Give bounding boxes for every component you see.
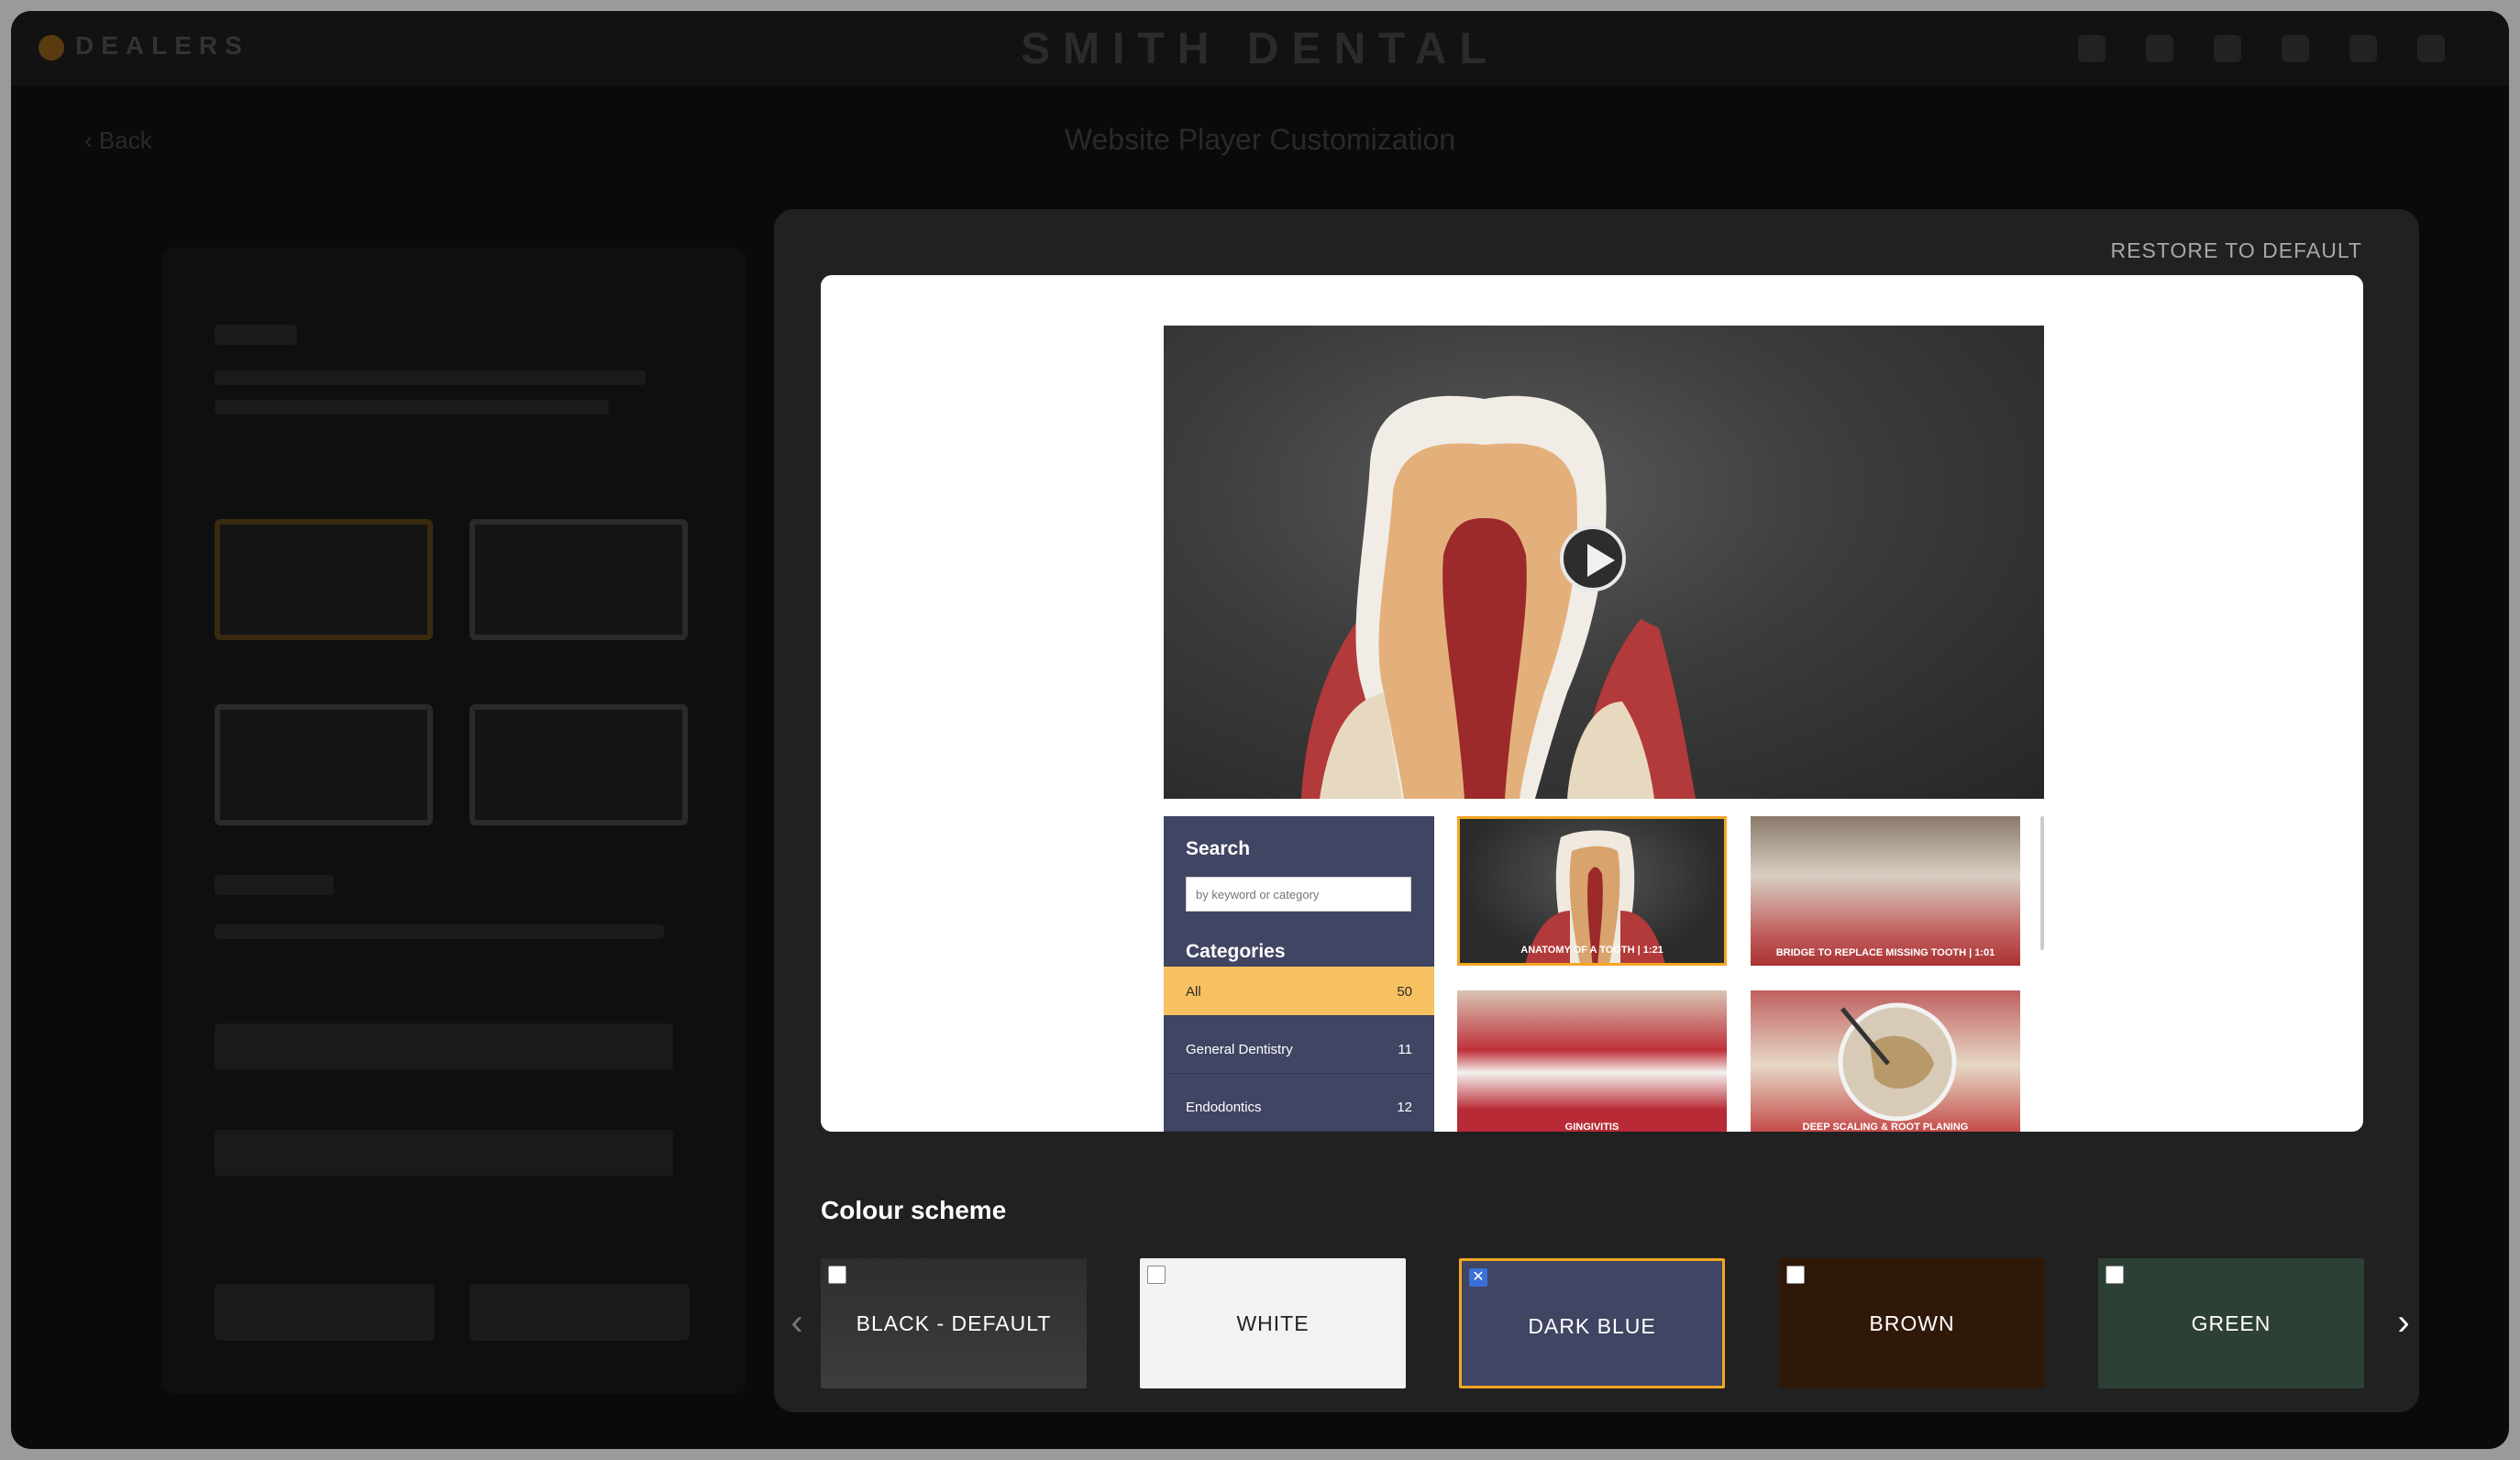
colour-scheme-title: Colour scheme <box>821 1196 1007 1224</box>
scheme-label: GREEN <box>2191 1311 2271 1335</box>
settings-panel-background <box>161 248 746 1394</box>
panel-button[interactable] <box>470 1284 690 1341</box>
category-label: All <box>1186 984 1201 1000</box>
top-bar: DEALERS SMITH DENTAL <box>11 11 2509 86</box>
message-icon[interactable] <box>2214 35 2241 62</box>
scheme-option-white[interactable]: WHITE <box>1140 1258 1406 1388</box>
layout-thumbnail[interactable] <box>470 519 688 640</box>
user-icon[interactable] <box>2417 35 2445 62</box>
panel-select[interactable] <box>215 1130 673 1176</box>
video-player[interactable] <box>1164 326 2044 799</box>
category-count: 11 <box>1398 1042 1412 1057</box>
scheme-label: BLACK - DEFAULT <box>856 1311 1052 1335</box>
scheme-checkbox[interactable] <box>1147 1266 1166 1284</box>
scheme-checkbox[interactable] <box>1786 1266 1805 1284</box>
scheme-option-green[interactable]: GREEN <box>2098 1258 2364 1388</box>
play-icon[interactable] <box>1560 525 1626 592</box>
categories-heading: Categories <box>1186 941 1286 962</box>
panel-button[interactable] <box>215 1284 435 1341</box>
grid-icon[interactable] <box>2282 35 2309 62</box>
video-thumbnail[interactable]: BRIDGE TO REPLACE MISSING TOOTH | 1:01 <box>1751 816 2020 966</box>
search-input[interactable] <box>1186 877 1411 912</box>
category-item-general-dentistry[interactable]: General Dentistry 11 <box>1164 1024 1434 1074</box>
scheme-option-dark-blue[interactable]: ✕ DARK BLUE <box>1459 1258 1725 1388</box>
page-subtitle: Website Player Customization <box>1064 123 1456 156</box>
panel-select[interactable] <box>215 1023 673 1069</box>
video-caption: BRIDGE TO REPLACE MISSING TOOTH | 1:01 <box>1775 947 1995 958</box>
panel-text <box>215 400 609 415</box>
help-icon[interactable] <box>2146 35 2173 62</box>
sub-header: ‹ Back Website Player Customization <box>11 114 2509 169</box>
restore-default-button[interactable]: RESTORE TO DEFAULT <box>2111 238 2362 263</box>
settings-icon[interactable] <box>2349 35 2377 62</box>
panel-text <box>215 371 646 385</box>
panel-heading <box>215 325 297 345</box>
video-caption: ANATOMY OF A TOOTH | 1:21 <box>1520 945 1663 956</box>
scheme-label: DARK BLUE <box>1528 1314 1656 1338</box>
tooth-thumbnail-image <box>1525 830 1665 963</box>
bell-icon[interactable] <box>2078 35 2106 62</box>
category-item-all[interactable]: All 50 <box>1164 967 1434 1016</box>
category-count: 50 <box>1397 984 1412 1000</box>
scheme-checkbox[interactable] <box>2106 1266 2124 1284</box>
category-label: General Dentistry <box>1186 1042 1293 1057</box>
panel-text <box>215 924 664 939</box>
scheme-option-brown[interactable]: BROWN <box>1779 1258 2045 1388</box>
category-count: 12 <box>1397 1100 1412 1115</box>
magnifier-image <box>1838 1002 1957 1122</box>
preview-sidebar: Search Categories All 50 General Dentist… <box>1164 816 1434 1132</box>
layout-thumbnail[interactable] <box>470 704 688 825</box>
video-thumbnail[interactable]: GINGIVITIS <box>1457 990 1727 1132</box>
video-caption: DEEP SCALING & ROOT PLANING <box>1802 1122 1969 1132</box>
video-thumbnail[interactable]: ANATOMY OF A TOOTH | 1:21 <box>1457 816 1727 966</box>
chevron-left-icon[interactable]: ‹ <box>783 1304 811 1343</box>
layout-thumbnail[interactable] <box>215 704 433 825</box>
scheme-checkbox-checked[interactable]: ✕ <box>1469 1268 1487 1287</box>
top-toolbar <box>2078 35 2445 62</box>
search-heading: Search <box>1186 838 1251 859</box>
chevron-right-icon[interactable]: › <box>2390 1304 2417 1343</box>
thumbnail-scrollbar[interactable] <box>2040 816 2044 950</box>
app-window: DEALERS SMITH DENTAL ‹ Back Website Play… <box>11 11 2509 1449</box>
scheme-label: WHITE <box>1236 1311 1310 1335</box>
player-preview: Search Categories All 50 General Dentist… <box>821 275 2363 1132</box>
category-item-endodontics[interactable]: Endodontics 12 <box>1164 1082 1434 1132</box>
video-thumbnail[interactable]: DEEP SCALING & ROOT PLANING <box>1751 990 2020 1132</box>
scheme-option-black[interactable]: BLACK - DEFAULT <box>821 1258 1087 1388</box>
colour-scheme-modal: RESTORE TO DEFAULT Search Categories <box>774 209 2419 1412</box>
layout-thumbnail[interactable] <box>215 519 433 640</box>
scheme-label: BROWN <box>1869 1311 1955 1335</box>
scheme-checkbox[interactable] <box>828 1266 846 1284</box>
video-caption: GINGIVITIS <box>1564 1122 1619 1132</box>
panel-heading <box>215 875 334 895</box>
category-label: Endodontics <box>1186 1100 1262 1115</box>
